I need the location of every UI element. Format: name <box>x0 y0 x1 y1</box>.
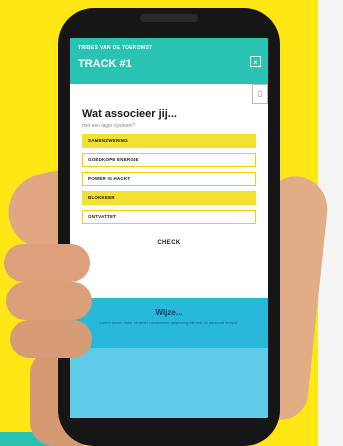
tip-panel-lower <box>70 348 268 418</box>
header-subtitle: TRIBES VAN DE TOEKOMST <box>78 45 153 51</box>
answer-option[interactable]: POWER IS HACKT <box>82 172 256 186</box>
answer-option[interactable]: SAMENZWERING <box>82 134 256 148</box>
phone-device: TRIBES VAN DE TOEKOMST TRACK #1 × ▯ Wat … <box>58 8 280 446</box>
answer-option[interactable]: GOEDKOPE ENERGIE <box>82 153 256 167</box>
close-button[interactable]: × <box>250 56 261 67</box>
hand-finger <box>10 320 92 358</box>
tip-panel: Wijze... Lorem ipsum dolor sit amet cons… <box>70 298 268 348</box>
answer-option[interactable]: BLOKKEER <box>82 191 256 205</box>
check-button[interactable]: CHECK <box>82 240 256 246</box>
phone-notch <box>140 14 198 22</box>
tip-title: Wijze... <box>155 308 183 317</box>
tip-text: Lorem ipsum dolor sit amet consectetur a… <box>99 320 239 325</box>
page-title: TRACK #1 <box>78 58 132 70</box>
answer-option[interactable]: ONTVATTET <box>82 210 256 224</box>
bookmark-icon[interactable]: ▯ <box>252 84 268 104</box>
hand-finger <box>4 244 90 282</box>
question-subtitle: met een lager systeem? <box>82 123 136 129</box>
question-content: ▯ Wat associeer jij... met een lager sys… <box>70 84 268 246</box>
question-title: Wat associeer jij... <box>82 108 177 120</box>
hand-finger <box>6 282 92 320</box>
phone-screen: TRIBES VAN DE TOEKOMST TRACK #1 × ▯ Wat … <box>70 38 268 418</box>
app-header: TRIBES VAN DE TOEKOMST TRACK #1 × <box>70 38 268 84</box>
